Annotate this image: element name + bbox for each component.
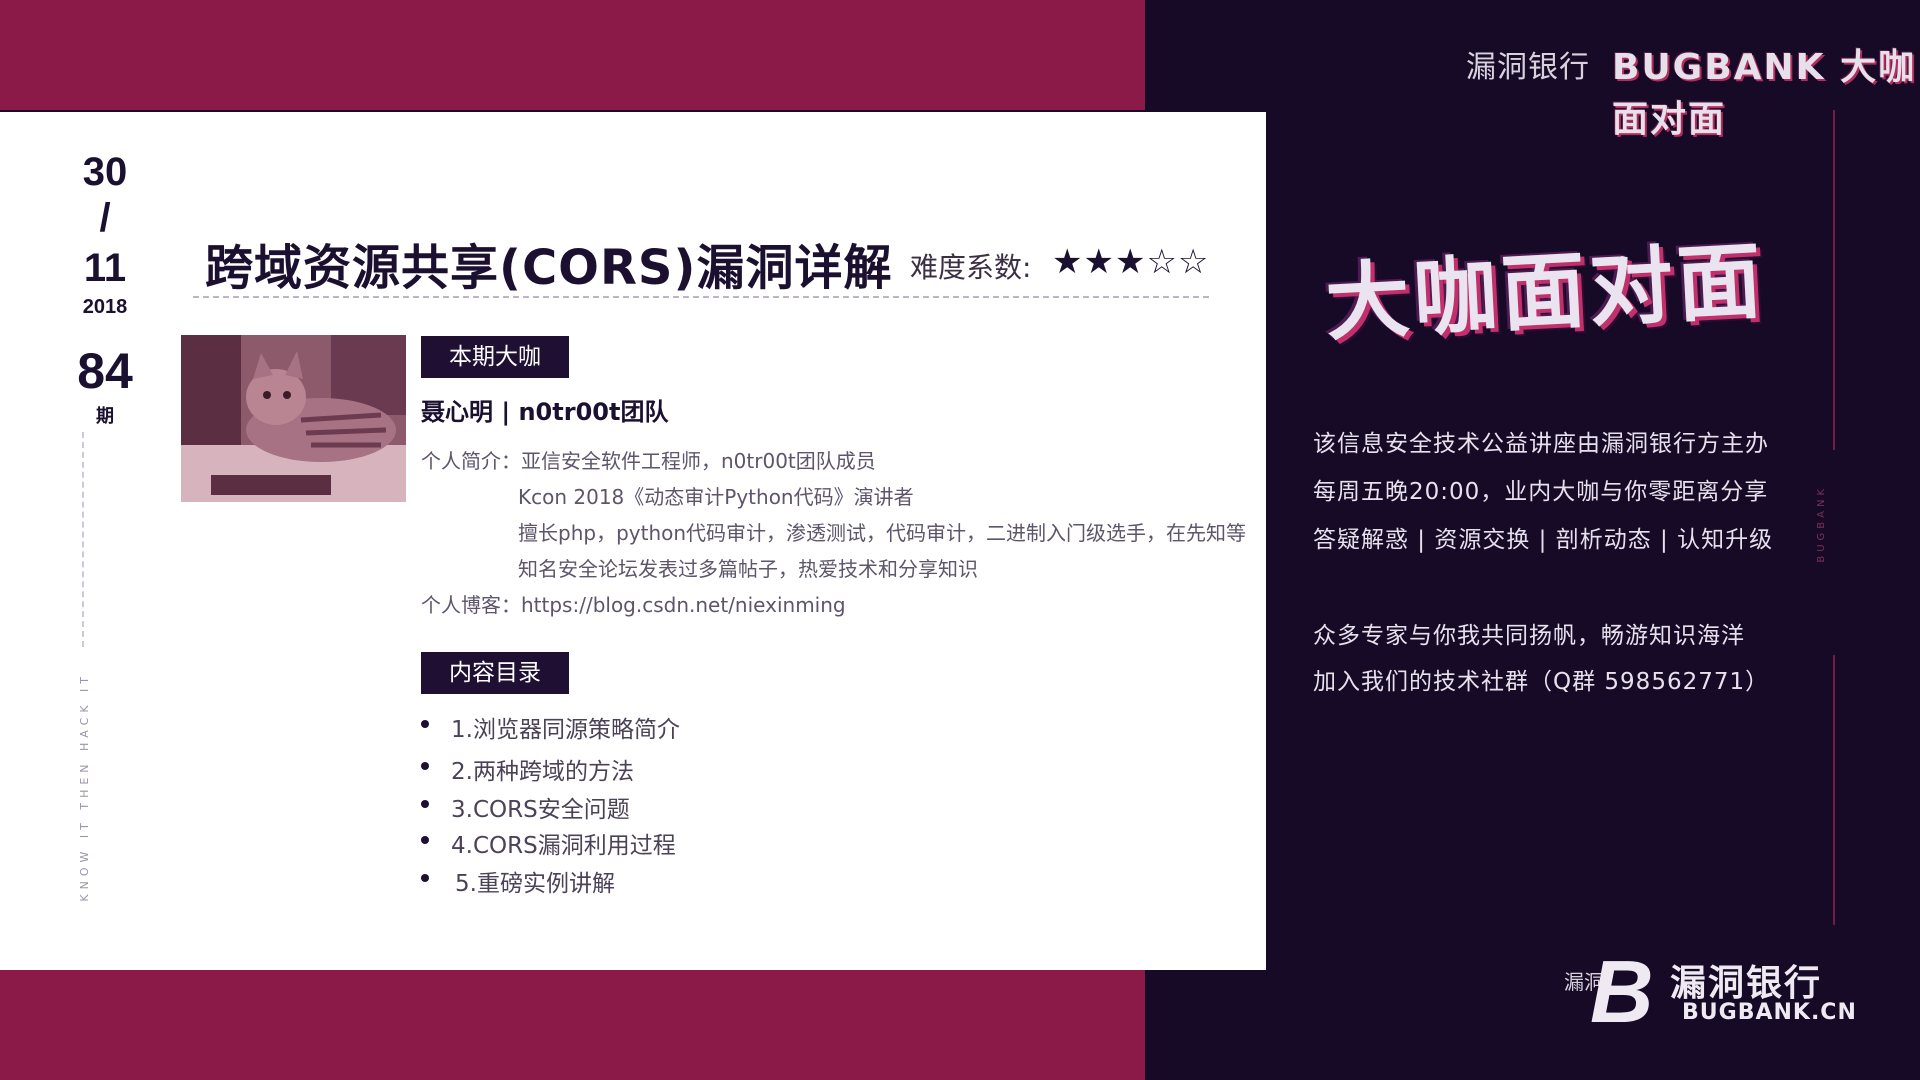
program-logo: 大咖面对面 (1323, 231, 1768, 353)
bugbank-logo: B 漏洞银行 BUGBANK.CN (1590, 942, 1856, 1041)
side-vertical-text: BUGBANK (1816, 485, 1827, 563)
toc-item: 5.重磅实例讲解 (455, 871, 615, 897)
difficulty-label: 难度系数: (910, 251, 1032, 284)
cat-photo-icon (181, 335, 406, 502)
toc-item: 2.两种跨域的方法 (451, 759, 634, 785)
bullet-icon (421, 836, 429, 844)
toc-item: 4.CORS漏洞利用过程 (451, 833, 676, 859)
toc-item: 1.浏览器同源策略简介 (451, 717, 680, 743)
speaker-photo (181, 335, 406, 502)
intro-line: 加入我们的技术社群（Q群 598562771） (1313, 669, 1770, 695)
header-program-logo: BUGBANK 大咖面对面 (1612, 38, 1920, 142)
intro-line: 每周五晚20:00，业内大咖与你零距离分享 (1313, 479, 1769, 505)
bullet-icon (421, 874, 429, 882)
bullet-icon (421, 720, 429, 728)
toc-item: 3.CORS安全问题 (451, 797, 630, 823)
date-month: 11 (83, 246, 127, 290)
intro-line: 该信息安全技术公益讲座由漏洞银行方主办 (1313, 431, 1769, 457)
bottom-banner (0, 970, 1145, 1080)
intro-line: 众多专家与你我共同扬帆，畅游知识海洋 (1313, 623, 1745, 649)
slogan-vertical: KNOW IT THEN HACK IT (78, 672, 91, 902)
title-divider (193, 296, 1209, 298)
intro-line: 答疑解惑 | 资源交换 | 剖析动态 | 认知升级 (1313, 527, 1774, 553)
speaker-bio-line: 个人简介：亚信安全软件工程师，n0tr00t团队成员 (421, 449, 876, 473)
bullet-icon (421, 762, 429, 770)
header-brand: 漏洞银行 (1466, 50, 1590, 85)
issue-unit: 期 (96, 406, 114, 427)
speaker-bio-line: 擅长php，python代码审计，渗透测试，代码审计，二进制入门级选手，在先知等 (518, 521, 1247, 545)
speaker-tag: 本期大咖 (421, 336, 569, 378)
date-year: 2018 (82, 296, 128, 318)
bugbank-b-mark-icon: B (1590, 942, 1654, 1041)
speaker-bio-line: 知名安全论坛发表过多篇帖子，热爱技术和分享知识 (518, 557, 978, 581)
date-day: 30 (82, 150, 128, 194)
speaker-name: 聂心明 | n0tr00t团队 (421, 398, 669, 426)
date-slash: / (99, 196, 111, 240)
top-banner (0, 0, 1145, 110)
speaker-blog-link[interactable]: 个人博客：https://blog.csdn.net/niexinming (421, 589, 846, 618)
speaker-bio-line: Kcon 2018《动态审计Python代码》演讲者 (518, 485, 914, 509)
difficulty-stars-icon: ★★★☆☆ (1052, 242, 1210, 282)
header-brand-en: BUGBANK (1612, 47, 1826, 88)
bullet-icon (421, 800, 429, 808)
right-divider (1833, 110, 1835, 450)
page-title: 跨域资源共享(CORS)漏洞详解 (205, 240, 893, 296)
bugbank-logo-cn: 漏洞银行 (1670, 963, 1823, 1004)
toc-tag: 内容目录 (421, 652, 569, 694)
bugbank-logo-en: BUGBANK.CN (1682, 1000, 1857, 1025)
left-divider (82, 432, 84, 647)
issue-number: 84 (77, 343, 133, 399)
right-divider (1833, 655, 1835, 925)
